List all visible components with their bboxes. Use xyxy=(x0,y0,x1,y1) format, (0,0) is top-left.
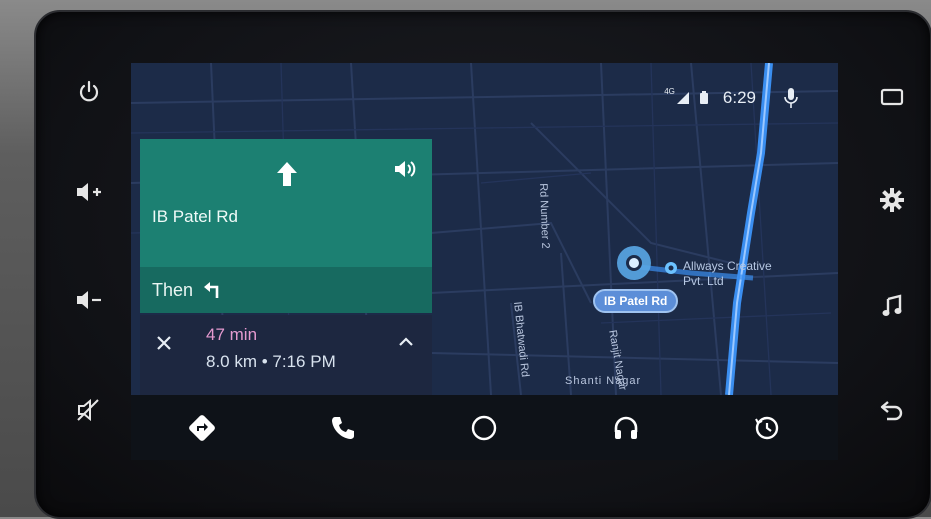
turn-card[interactable]: IB Patel Rd Then xyxy=(140,139,432,313)
road-label: Shanti Nagar xyxy=(565,375,642,387)
settings-icon xyxy=(880,188,904,212)
mute-button[interactable] xyxy=(69,390,109,430)
screen-button[interactable] xyxy=(872,77,912,117)
power-button[interactable] xyxy=(69,72,109,112)
signal-type: 4G xyxy=(664,87,675,96)
volume-up-button[interactable] xyxy=(69,172,109,212)
straight-arrow-icon xyxy=(277,162,297,186)
back-button[interactable] xyxy=(872,390,912,430)
navigation-button[interactable] xyxy=(177,403,227,453)
poi-label[interactable]: Allways Creative Pvt. Ltd xyxy=(683,259,772,289)
back-icon xyxy=(880,401,903,421)
phone-icon xyxy=(332,416,355,439)
street-name: IB Patel Rd xyxy=(152,207,238,226)
music-icon xyxy=(882,294,902,316)
home-button[interactable] xyxy=(459,403,509,453)
recents-icon xyxy=(755,416,779,439)
settings-button[interactable] xyxy=(872,180,912,220)
chevron-up-icon xyxy=(399,337,413,346)
then-label: Then xyxy=(152,279,194,300)
home-icon xyxy=(472,415,497,440)
poi-name-line2: Pvt. Ltd xyxy=(683,274,724,288)
eta-duration: 47 min xyxy=(206,325,258,344)
volume-down-icon xyxy=(77,291,101,309)
volume-toggle[interactable] xyxy=(394,159,418,179)
current-maneuver: IB Patel Rd xyxy=(140,139,432,267)
status-bar: 4G 6:29 xyxy=(664,87,798,109)
close-navigation-button[interactable] xyxy=(156,335,172,351)
mic-button[interactable] xyxy=(784,87,798,109)
turn-left-icon xyxy=(204,282,219,298)
signal-icon xyxy=(676,92,689,104)
expand-button[interactable] xyxy=(398,337,414,347)
headphones-icon xyxy=(614,416,638,439)
close-icon xyxy=(157,336,171,350)
navigation-icon xyxy=(188,414,215,441)
road-label: Rd Number 2 xyxy=(537,183,552,249)
music-button[interactable] xyxy=(872,286,912,326)
app-bar xyxy=(131,395,838,460)
signal-indicator: 4G xyxy=(664,87,689,104)
screen-icon xyxy=(880,88,904,106)
power-icon xyxy=(79,80,99,102)
audio-button[interactable] xyxy=(601,403,651,453)
battery-icon xyxy=(699,91,708,104)
android-auto-screen: Rd Number 2 IB Bhatwadi Rd Ranjit Nagar … xyxy=(131,63,838,460)
map-view[interactable]: Rd Number 2 IB Bhatwadi Rd Ranjit Nagar … xyxy=(131,63,838,395)
next-maneuver: Then xyxy=(140,267,432,313)
eta-details: 8.0 km • 7:16 PM xyxy=(206,352,336,371)
eta-panel[interactable]: 47 min 8.0 km • 7:16 PM xyxy=(140,315,432,395)
mute-icon xyxy=(77,398,99,422)
volume-up-icon xyxy=(77,183,101,201)
current-location-label: IB Patel Rd xyxy=(593,289,679,313)
current-location-text: IB Patel Rd xyxy=(604,294,668,308)
overview-button[interactable] xyxy=(742,403,792,453)
volume-icon xyxy=(395,161,416,177)
volume-down-button[interactable] xyxy=(69,280,109,320)
phone-button[interactable] xyxy=(318,403,368,453)
clock: 6:29 xyxy=(722,88,756,107)
poi-name-line1: Allways Creative xyxy=(683,259,772,273)
microphone-icon xyxy=(784,88,798,108)
